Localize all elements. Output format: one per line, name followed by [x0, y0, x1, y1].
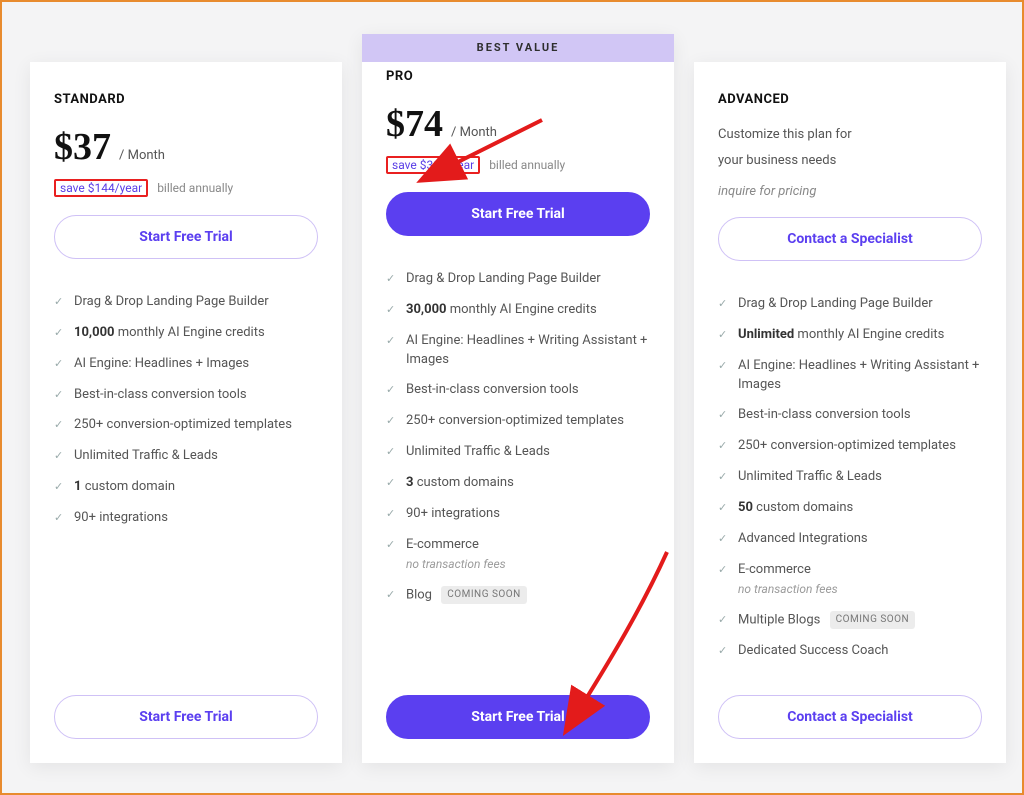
price-row: $74 / Month: [386, 102, 650, 146]
plan-card-pro: BEST VALUE PRO $74 / Month save $300/yea…: [362, 34, 674, 763]
feature-item: 30,000 monthly AI Engine credits: [386, 295, 650, 326]
coming-soon-badge: COMING SOON: [830, 611, 916, 630]
feature-list: Drag & Drop Landing Page Builder Unlimit…: [718, 289, 982, 677]
plan-description: your business needs: [718, 151, 982, 171]
feature-item: Unlimited Traffic & Leads: [718, 462, 982, 493]
feature-item: 250+ conversion-optimized templates: [386, 406, 650, 437]
pricing-page: STANDARD $37 / Month save $144/year bill…: [0, 0, 1024, 795]
plan-name: STANDARD: [54, 92, 318, 107]
contact-specialist-button-bottom[interactable]: Contact a Specialist: [718, 695, 982, 739]
billing-note: billed annually: [157, 181, 233, 195]
best-value-badge: BEST VALUE: [362, 34, 674, 62]
start-trial-button[interactable]: Start Free Trial: [54, 215, 318, 259]
savings-amount: save $300/year: [386, 156, 480, 174]
feature-item: Best-in-class conversion tools: [386, 375, 650, 406]
savings-line: save $300/year billed annually: [386, 156, 650, 174]
feature-list: Drag & Drop Landing Page Builder 30,000 …: [386, 264, 650, 677]
feature-item: 3 custom domains: [386, 468, 650, 499]
feature-item: Best-in-class conversion tools: [718, 400, 982, 431]
feature-list: Drag & Drop Landing Page Builder 10,000 …: [54, 287, 318, 677]
feature-item: AI Engine: Headlines + Writing Assistant…: [386, 326, 650, 376]
plan-card-standard: STANDARD $37 / Month save $144/year bill…: [30, 62, 342, 763]
billing-note: billed annually: [489, 158, 565, 172]
feature-item: 10,000 monthly AI Engine credits: [54, 318, 318, 349]
feature-item: 1 custom domain: [54, 472, 318, 503]
contact-specialist-button[interactable]: Contact a Specialist: [718, 217, 982, 261]
feature-item: 50 custom domains: [718, 493, 982, 524]
feature-item: 90+ integrations: [386, 499, 650, 530]
feature-subnote: no transaction fees: [406, 556, 650, 573]
savings-line: save $144/year billed annually: [54, 179, 318, 197]
feature-item: Drag & Drop Landing Page Builder: [54, 287, 318, 318]
feature-item: AI Engine: Headlines + Images: [54, 349, 318, 380]
start-trial-button[interactable]: Start Free Trial: [386, 192, 650, 236]
feature-subnote: no transaction fees: [738, 581, 982, 598]
feature-item: Drag & Drop Landing Page Builder: [718, 289, 982, 320]
feature-item: Advanced Integrations: [718, 524, 982, 555]
coming-soon-badge: COMING SOON: [441, 586, 527, 605]
feature-item: 90+ integrations: [54, 503, 318, 534]
feature-item: Drag & Drop Landing Page Builder: [386, 264, 650, 295]
price-row: $37 / Month: [54, 125, 318, 169]
start-trial-button-bottom[interactable]: Start Free Trial: [386, 695, 650, 739]
plan-name: ADVANCED: [718, 92, 982, 107]
feature-item: Unlimited monthly AI Engine credits: [718, 320, 982, 351]
savings-amount: save $144/year: [54, 179, 148, 197]
price-period: / Month: [451, 125, 497, 140]
plan-description: Customize this plan for: [718, 125, 982, 145]
feature-item: 250+ conversion-optimized templates: [718, 431, 982, 462]
price-period: / Month: [119, 148, 165, 163]
feature-item: Blog COMING SOON: [386, 580, 650, 612]
feature-item: Dedicated Success Coach: [718, 636, 982, 667]
feature-item: 250+ conversion-optimized templates: [54, 410, 318, 441]
feature-item: Unlimited Traffic & Leads: [54, 441, 318, 472]
start-trial-button-bottom[interactable]: Start Free Trial: [54, 695, 318, 739]
feature-item: E-commerce no transaction fees: [386, 530, 650, 580]
inquire-pricing: inquire for pricing: [718, 184, 982, 199]
feature-item: Unlimited Traffic & Leads: [386, 437, 650, 468]
price-amount: $37: [54, 125, 111, 169]
feature-item: AI Engine: Headlines + Writing Assistant…: [718, 351, 982, 401]
plan-name: PRO: [386, 69, 650, 84]
feature-item: Multiple Blogs COMING SOON: [718, 605, 982, 637]
feature-item: Best-in-class conversion tools: [54, 380, 318, 411]
price-amount: $74: [386, 102, 443, 146]
feature-item: E-commerce no transaction fees: [718, 555, 982, 605]
plans-row: STANDARD $37 / Month save $144/year bill…: [2, 2, 1022, 793]
plan-card-advanced: ADVANCED Customize this plan for your bu…: [694, 62, 1006, 763]
